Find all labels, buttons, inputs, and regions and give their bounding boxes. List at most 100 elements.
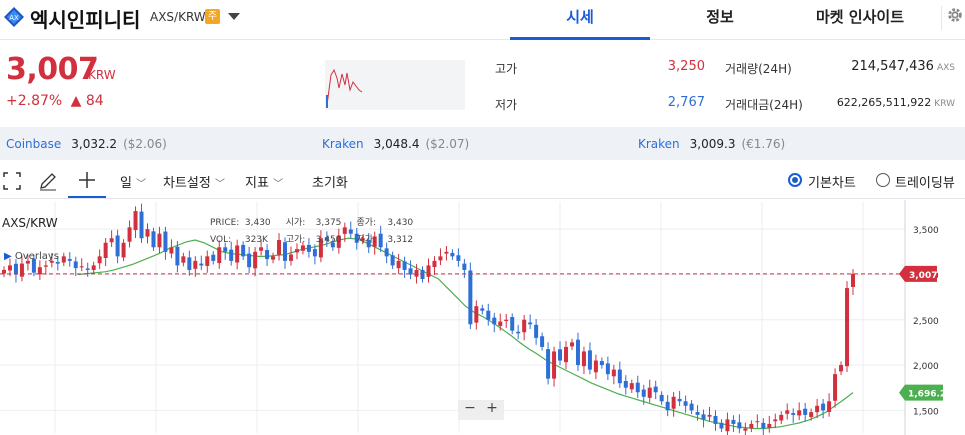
candle-body — [528, 322, 533, 325]
exchange-price: 3,048.4 — [373, 137, 420, 151]
interval-dropdown[interactable]: 일 ﹀ — [120, 172, 146, 191]
high-value-chart: 3,450 — [315, 235, 342, 245]
header: AX 엑시인피니티 AXS/KRW 주 시세 정보 마켓 인사이트 — [0, 0, 965, 40]
candle-body — [294, 249, 299, 253]
zoom-out-button[interactable]: − — [460, 400, 480, 416]
amount-label: 거래대금(24H) — [725, 98, 803, 112]
candle-body — [659, 394, 664, 402]
chart-settings-dropdown[interactable]: 차트설정 ﹀ — [163, 172, 225, 191]
candle-body — [731, 419, 736, 424]
candle-body — [151, 231, 156, 248]
indicators-dropdown[interactable]: 지표 ﹀ — [245, 172, 283, 191]
exchange-name[interactable]: Kraken — [322, 137, 364, 151]
exchange-price: 3,009.3 — [689, 137, 736, 151]
exchange-name[interactable]: Coinbase — [6, 137, 61, 151]
draw-pencil-icon[interactable] — [38, 171, 58, 191]
indicators-label: 지표 — [245, 176, 269, 191]
candle-body — [468, 270, 473, 325]
tradingview-radio[interactable] — [876, 173, 890, 187]
candle-body — [534, 324, 539, 338]
candle-body — [115, 235, 120, 257]
candle-body — [438, 256, 443, 261]
candle-body — [85, 268, 90, 270]
candle-body — [701, 414, 706, 420]
candle-body — [833, 374, 838, 401]
candle-body — [73, 261, 78, 269]
candle-body — [677, 398, 682, 402]
mini-chart — [325, 60, 465, 110]
high-label-chart: 고가: — [285, 235, 306, 245]
candle-body — [552, 351, 557, 379]
play-icon: ▶ — [4, 251, 12, 262]
candle-body — [2, 269, 6, 274]
candle-body — [492, 317, 497, 325]
change-percent: +2.87% — [6, 93, 63, 109]
exchange-item[interactable]: Kraken 3,048.4 ($2.07) — [322, 137, 469, 151]
tab-info[interactable]: 정보 — [650, 0, 790, 40]
chart-pair-label: AXS/KRW — [2, 216, 58, 230]
candle-body — [689, 403, 694, 411]
overlays-toggle[interactable]: ▶ Overlays — [4, 251, 59, 262]
candle-body — [384, 248, 389, 257]
crosshair-tool[interactable] — [68, 164, 106, 198]
basic-chart-label[interactable]: 기본차트 — [808, 172, 856, 191]
fullscreen-icon[interactable] — [3, 172, 21, 190]
candle-body — [265, 250, 270, 260]
candle-body — [791, 413, 796, 415]
interval-label: 일 — [120, 176, 132, 191]
candle-body — [569, 342, 574, 347]
tab-price[interactable]: 시세 — [510, 0, 650, 40]
coin-select-caret-icon[interactable] — [228, 13, 240, 20]
amount-number: 622,265,511,922 — [836, 96, 932, 109]
axs-logo-icon: AX — [4, 7, 24, 27]
y-tick-label: 2,500 — [913, 317, 939, 327]
candle-body — [510, 317, 515, 331]
exchange-item[interactable]: Kraken 3,009.3 (€1.76) — [638, 137, 785, 151]
candle-body — [127, 227, 132, 242]
volume-unit: AXS — [936, 63, 955, 73]
candle-body — [414, 269, 419, 277]
candle-body — [205, 256, 210, 266]
candle-body — [37, 267, 42, 275]
candle-body — [743, 428, 748, 431]
zoom-in-button[interactable]: + — [482, 400, 502, 416]
candle-body — [211, 254, 216, 261]
low-value: 2,767 — [667, 95, 705, 110]
candle-body — [169, 247, 174, 254]
candle-body — [540, 336, 545, 347]
price-value: 3,430 — [244, 218, 271, 228]
candle-body — [253, 251, 258, 269]
candle-body — [193, 260, 198, 269]
exchange-name[interactable]: Kraken — [638, 137, 680, 151]
candle-body — [402, 261, 407, 270]
candle-body — [121, 242, 126, 258]
candle-body — [671, 396, 676, 409]
price-chart[interactable]: 3,5003,0002,5002,0001,500 3,0071,696.2 A… — [0, 200, 965, 435]
candle-body — [109, 238, 114, 243]
price-unit: KRW — [88, 68, 116, 82]
low-label: 저가 — [495, 98, 518, 112]
chevron-down-icon: ﹀ — [136, 179, 147, 190]
exchange-price: 3,032.2 — [71, 137, 118, 151]
exchange-item[interactable]: Coinbase 3,032.2 ($2.06) — [6, 137, 167, 151]
candle-body — [815, 405, 820, 413]
candle-body — [695, 411, 700, 415]
candle-body — [390, 255, 395, 266]
candle-body — [827, 401, 832, 412]
candle-body — [19, 263, 24, 277]
candle-body — [522, 319, 527, 333]
candle-body — [474, 306, 479, 323]
candle-body — [707, 414, 712, 417]
candle-body — [504, 319, 509, 322]
candle-body — [641, 389, 646, 397]
settings-gear-icon[interactable] — [941, 6, 965, 30]
candle-body — [187, 257, 192, 270]
candle-body — [623, 381, 628, 388]
basic-chart-radio[interactable] — [788, 173, 802, 187]
tradingview-label[interactable]: 트레이딩뷰 — [895, 172, 955, 191]
volume-value: 214,547,436 AXS — [820, 59, 955, 74]
tab-market-insight[interactable]: 마켓 인사이트 — [790, 0, 930, 40]
candle-body — [546, 349, 551, 379]
candle-body — [145, 229, 150, 237]
reset-button[interactable]: 초기화 — [312, 172, 348, 191]
